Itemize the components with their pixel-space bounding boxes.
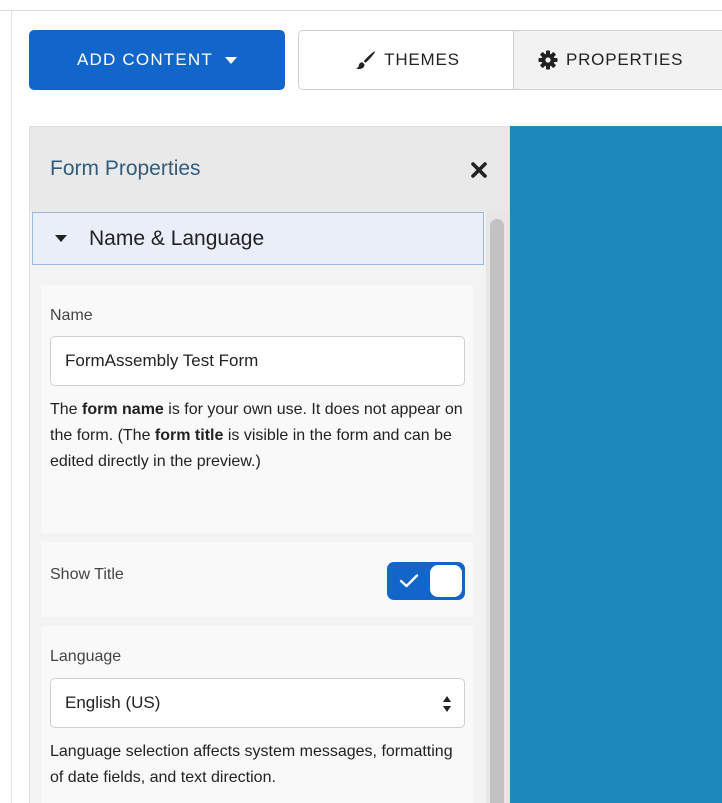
toolbar-tabs: THEMES PROPERTIES bbox=[298, 30, 722, 90]
scrollbar-thumb[interactable] bbox=[490, 219, 504, 803]
language-help-text: Language selection affects system messag… bbox=[50, 743, 453, 786]
language-label: Language bbox=[50, 648, 122, 665]
show-title-toggle[interactable] bbox=[387, 562, 465, 600]
language-field-card: Language English (US) Language selection… bbox=[41, 626, 473, 803]
show-title-label: Show Title bbox=[50, 566, 124, 583]
caret-down-icon bbox=[55, 235, 67, 242]
gear-icon bbox=[538, 50, 558, 70]
name-help-text: The form name is for your own use. It do… bbox=[50, 401, 463, 470]
add-content-label: ADD CONTENT bbox=[77, 50, 213, 69]
form-preview-area bbox=[510, 126, 722, 803]
form-name-input[interactable] bbox=[50, 336, 465, 386]
toggle-knob bbox=[430, 565, 462, 597]
name-label: Name bbox=[50, 307, 93, 324]
properties-button[interactable]: PROPERTIES bbox=[513, 31, 722, 89]
themes-label: THEMES bbox=[384, 50, 460, 69]
left-divider bbox=[11, 10, 12, 803]
form-properties-panel: Form Properties Name & Language Name The… bbox=[29, 126, 510, 803]
close-icon[interactable] bbox=[470, 161, 488, 179]
section-header-name-language[interactable]: Name & Language bbox=[32, 212, 484, 265]
sort-arrows-icon bbox=[443, 696, 451, 712]
section-label: Name & Language bbox=[89, 226, 265, 250]
panel-title: Form Properties bbox=[50, 157, 201, 180]
paintbrush-icon bbox=[355, 51, 376, 69]
caret-down-icon bbox=[224, 56, 237, 64]
language-selected-value: English (US) bbox=[65, 693, 161, 712]
language-select[interactable]: English (US) bbox=[50, 678, 465, 728]
panel-header: Form Properties bbox=[30, 127, 509, 212]
show-title-card: Show Title bbox=[41, 542, 473, 617]
checkmark-icon bbox=[399, 574, 419, 588]
add-content-button[interactable]: ADD CONTENT bbox=[29, 30, 285, 90]
properties-label: PROPERTIES bbox=[565, 50, 684, 69]
themes-button[interactable]: THEMES bbox=[299, 31, 514, 89]
top-divider bbox=[0, 10, 722, 11]
name-field-card: Name The form name is for your own use. … bbox=[41, 285, 473, 533]
